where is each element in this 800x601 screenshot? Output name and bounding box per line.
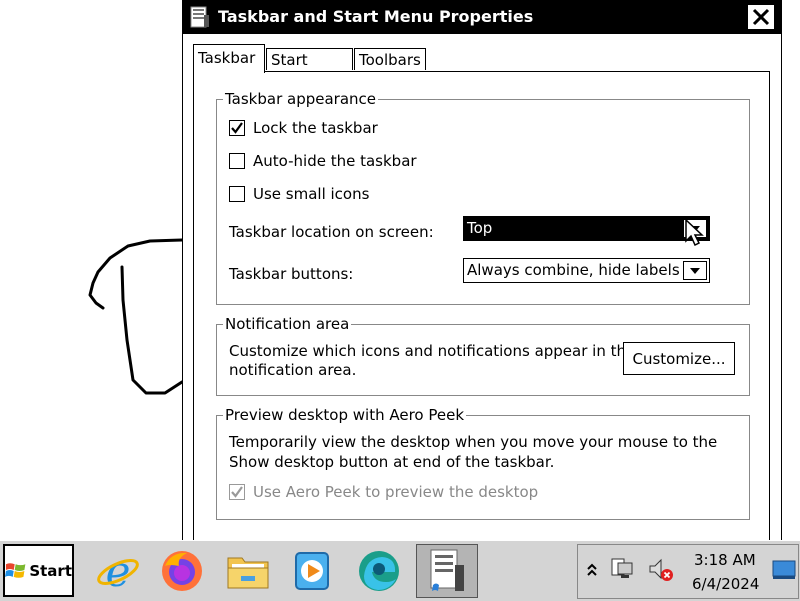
taskbar-app-media-player[interactable] <box>288 546 338 596</box>
taskbar-app-internet-explorer[interactable]: e <box>93 546 143 596</box>
customize-button[interactable]: Customize... <box>623 342 735 375</box>
buttons-label: Taskbar buttons: <box>229 265 354 283</box>
start-button[interactable]: Start <box>3 544 74 597</box>
chevron-down-icon <box>690 267 700 274</box>
aero-peek-label: Use Aero Peek to preview the desktop <box>253 483 539 501</box>
buttons-select[interactable]: Always combine, hide labels <box>463 258 710 283</box>
small-icons-checkbox[interactable] <box>229 186 245 202</box>
start-label: Start <box>29 561 72 580</box>
properties-dialog: Taskbar and Start Menu Properties Taskba… <box>182 0 782 541</box>
aero-peek-option: Use Aero Peek to preview the desktop <box>229 482 538 502</box>
location-label: Taskbar location on screen: <box>229 223 434 241</box>
small-icons-label: Use small icons <box>253 185 370 203</box>
checkmark-icon <box>231 486 243 498</box>
taskbar-app-taskbar-properties[interactable] <box>416 544 478 598</box>
checkmark-icon <box>231 122 243 134</box>
tab-taskbar[interactable]: Taskbar <box>193 44 265 73</box>
taskbar-app-edge[interactable] <box>354 546 404 596</box>
mouse-cursor-icon <box>685 219 704 247</box>
lock-taskbar-option[interactable]: Lock the taskbar <box>229 118 378 138</box>
buttons-value: Always combine, hide labels <box>467 261 680 279</box>
aero-peek-legend: Preview desktop with Aero Peek <box>223 405 467 425</box>
svg-text:e: e <box>106 548 131 594</box>
show-desktop-icon[interactable] <box>772 560 796 580</box>
autohide-checkbox[interactable] <box>229 153 245 169</box>
autohide-option[interactable]: Auto-hide the taskbar <box>229 151 417 171</box>
notification-text-line2: notification area. <box>229 361 357 379</box>
window-title: Taskbar and Start Menu Properties <box>218 7 534 26</box>
lock-taskbar-label: Lock the taskbar <box>253 119 378 137</box>
show-hidden-icons-chevron-icon[interactable] <box>586 562 598 578</box>
desktop-sketch <box>88 238 184 395</box>
taskbar-properties-icon <box>430 549 464 591</box>
internet-explorer-icon: e <box>97 548 139 594</box>
autohide-label: Auto-hide the taskbar <box>253 152 417 170</box>
windows-logo-icon <box>5 562 26 578</box>
aero-peek-text-line2: Show desktop button at end of the taskba… <box>229 453 555 471</box>
notification-text-line1: Customize which icons and notifications … <box>229 342 636 360</box>
tab-start-menu[interactable]: Start Menu <box>266 48 353 91</box>
small-icons-option[interactable]: Use small icons <box>229 184 369 204</box>
network-icon[interactable] <box>610 557 636 583</box>
buttons-dropdown-button[interactable] <box>683 261 707 280</box>
aero-peek-checkbox <box>229 484 245 500</box>
aero-peek-group: Preview desktop with Aero Peek Temporari… <box>216 405 750 520</box>
notification-area-group: Notification area Customize which icons … <box>216 314 750 396</box>
taskbar-tab-panel: Taskbar appearance Lock the taskbar Auto… <box>193 71 770 541</box>
location-select[interactable]: Top <box>463 216 710 241</box>
system-tray: 3:18 AM 6/4/2024 <box>577 544 799 599</box>
volume-muted-icon[interactable] <box>648 557 674 583</box>
taskbar-properties-icon <box>190 6 209 28</box>
taskbar-app-firefox[interactable] <box>157 546 207 596</box>
taskbar: Start e 3:18 AM 6/4/2024 <box>0 540 800 601</box>
title-bar[interactable]: Taskbar and Start Menu Properties <box>183 0 781 34</box>
taskbar-appearance-legend: Taskbar appearance <box>223 89 379 109</box>
aero-peek-text-line1: Temporarily view the desktop when you mo… <box>229 433 718 451</box>
media-player-icon <box>295 552 329 590</box>
taskbar-appearance-group: Taskbar appearance Lock the taskbar Auto… <box>216 89 750 305</box>
location-value: Top <box>467 219 493 237</box>
clock-time[interactable]: 3:18 AM <box>694 551 756 569</box>
folder-icon <box>227 557 269 589</box>
taskbar-app-file-explorer[interactable] <box>223 546 273 596</box>
clock-date[interactable]: 6/4/2024 <box>692 575 759 593</box>
close-button[interactable] <box>748 5 774 29</box>
firefox-icon <box>162 551 202 591</box>
close-icon <box>752 8 770 26</box>
lock-taskbar-checkbox[interactable] <box>229 120 245 136</box>
tab-toolbars[interactable]: Toolbars <box>354 48 426 70</box>
edge-icon <box>359 551 399 591</box>
notification-area-legend: Notification area <box>223 314 352 334</box>
